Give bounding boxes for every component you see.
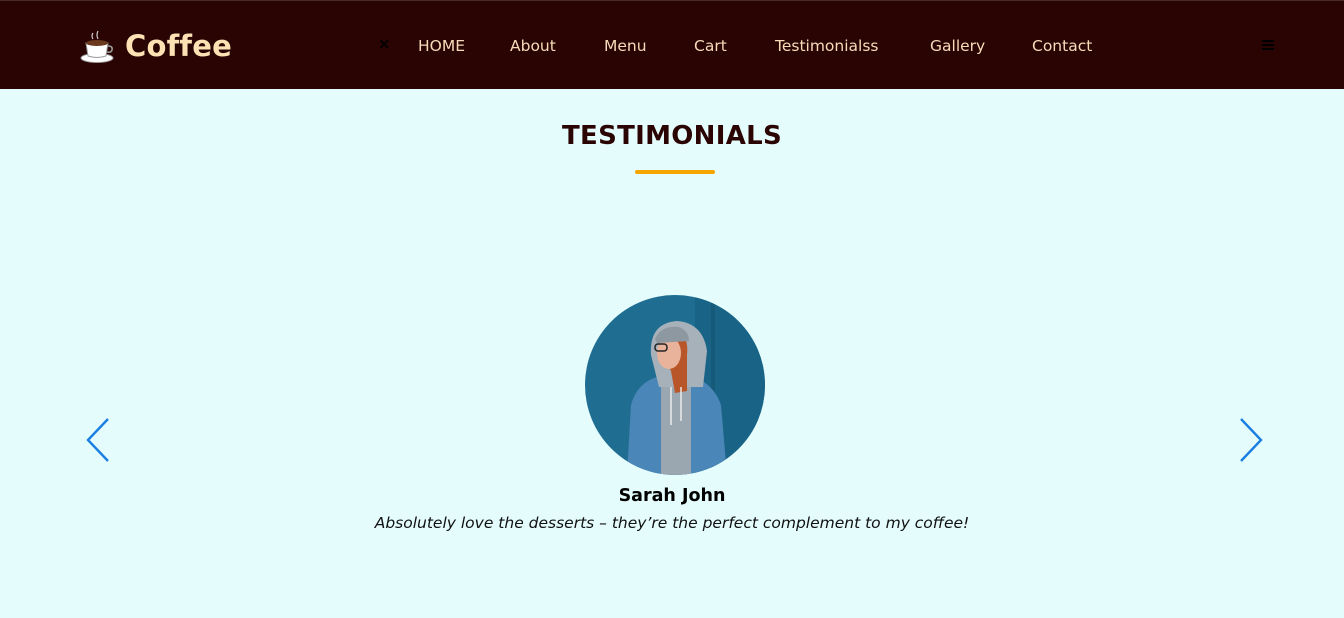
brand-name: Coffee [125,29,232,63]
brand-logo[interactable]: Coffee [79,28,232,64]
testimonial-quote: Absolutely love the desserts – they’re t… [374,514,970,532]
close-icon[interactable]: × [378,37,391,52]
person-photo [585,295,765,475]
chevron-right-icon[interactable] [1238,417,1264,463]
title-underline [635,170,715,174]
coffee-cup-icon [80,30,114,63]
chevron-left-icon[interactable] [85,417,111,463]
navbar: Coffee × HOME About Menu Cart Testimonia… [0,0,1344,89]
section-title: TESTIMONIALS [561,121,783,151]
nav-link-gallery[interactable]: Gallery [930,36,985,56]
nav-link-home[interactable]: HOME [418,36,465,56]
menu-icon[interactable] [1262,40,1274,51]
nav-link-about[interactable]: About [510,36,556,56]
avatar [585,295,765,475]
nav-link-contact[interactable]: Contact [1032,36,1092,56]
nav-link-menu[interactable]: Menu [604,36,647,56]
nav-link-cart[interactable]: Cart [694,36,727,56]
nav-link-testimonials[interactable]: Testimonialss [775,36,879,56]
testimonial-author: Sarah John [618,486,726,506]
